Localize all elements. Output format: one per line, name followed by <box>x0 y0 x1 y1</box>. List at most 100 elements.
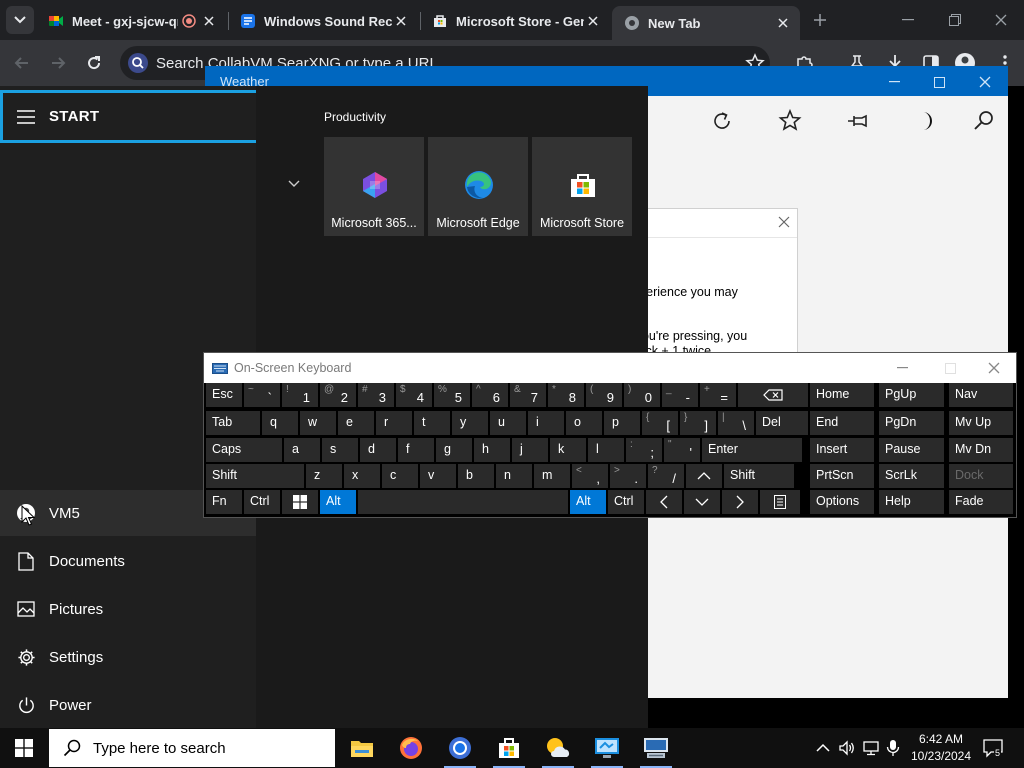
start-item-power[interactable]: Power <box>0 682 256 728</box>
tab-new-tab[interactable]: New Tab <box>612 6 800 40</box>
browser-minimize-button[interactable] <box>896 8 920 32</box>
key-pgdn[interactable]: PgDn <box>879 411 944 435</box>
key-n[interactable]: n <box>496 464 532 488</box>
search-icon[interactable] <box>971 108 997 134</box>
taskbar-clock[interactable]: 6:42 AM 10/23/2024 <box>904 731 978 765</box>
dark-mode-moon-icon[interactable] <box>912 108 938 134</box>
key-prtscn[interactable]: PrtScn <box>810 464 874 488</box>
new-tab-plus-icon[interactable] <box>810 10 830 30</box>
weather-minimize-button[interactable] <box>881 71 907 93</box>
key-shift[interactable]: Shift <box>724 464 794 488</box>
key-4[interactable]: $4 <box>396 383 432 407</box>
taskbar-search-box[interactable]: Type here to search <box>49 729 335 767</box>
key-left-arrow[interactable] <box>646 490 682 514</box>
key-o[interactable]: o <box>566 411 602 435</box>
key-v[interactable]: v <box>420 464 456 488</box>
osk-maximize-button[interactable] <box>942 360 958 376</box>
tab-close-button[interactable] <box>774 14 792 32</box>
key-symbol[interactable]: ? / <box>648 464 684 488</box>
key-c[interactable]: c <box>382 464 418 488</box>
tab-search-button[interactable] <box>6 6 34 34</box>
close-icon[interactable] <box>777 215 791 229</box>
tab-windows-sound[interactable]: Windows Sound Reco <box>228 6 418 36</box>
key-symbol[interactable]: | \ <box>718 411 754 435</box>
key-y[interactable]: y <box>452 411 488 435</box>
reload-icon[interactable] <box>84 53 104 73</box>
start-button[interactable] <box>0 728 48 768</box>
tab-close-button[interactable] <box>584 12 602 30</box>
key-5[interactable]: % 5 <box>434 383 470 407</box>
key-x[interactable]: x <box>344 464 380 488</box>
weather-close-button[interactable] <box>972 71 998 93</box>
key-symbol[interactable]: {[ <box>642 411 678 435</box>
forward-arrow-icon[interactable] <box>48 53 68 73</box>
key-backspace[interactable] <box>738 383 808 407</box>
key-symbol[interactable]: }] <box>680 411 716 435</box>
key-alt[interactable]: Alt <box>570 490 606 514</box>
key-0[interactable]: ) 0 <box>624 383 660 407</box>
key-a[interactable]: a <box>284 438 320 462</box>
tab-close-button[interactable] <box>200 12 218 30</box>
microphone-icon[interactable] <box>884 739 902 757</box>
key-del[interactable]: Del <box>756 411 808 435</box>
key-w[interactable]: w <box>300 411 336 435</box>
start-item-settings[interactable]: Settings <box>0 634 256 680</box>
key-symbol[interactable]: >. <box>610 464 646 488</box>
key-dock[interactable]: Dock <box>949 464 1013 488</box>
key-m[interactable]: m <box>534 464 570 488</box>
key-z[interactable]: z <box>306 464 342 488</box>
key-end[interactable]: End <box>810 411 874 435</box>
pin-icon[interactable] <box>845 108 871 134</box>
key-r[interactable]: r <box>376 411 412 435</box>
network-icon[interactable] <box>862 739 880 757</box>
start-menu-header[interactable]: START <box>0 90 259 143</box>
key-2[interactable]: @2 <box>320 383 356 407</box>
chevron-down-icon[interactable] <box>287 179 301 189</box>
key-b[interactable]: b <box>458 464 494 488</box>
favorite-star-icon[interactable] <box>777 108 803 134</box>
back-arrow-icon[interactable] <box>12 53 32 73</box>
key-e[interactable]: e <box>338 411 374 435</box>
key-up-arrow[interactable] <box>686 464 722 488</box>
key-p[interactable]: p <box>604 411 640 435</box>
key-insert[interactable]: Insert <box>810 438 874 462</box>
key-9[interactable]: (9 <box>586 383 622 407</box>
key-down-arrow[interactable] <box>684 490 720 514</box>
key-symbol[interactable]: <, <box>572 464 608 488</box>
taskbar-microsoft-store[interactable] <box>485 728 533 768</box>
key-caps[interactable]: Caps <box>206 438 282 462</box>
taskbar-on-screen-keyboard[interactable] <box>632 728 680 768</box>
key-pgup[interactable]: PgUp <box>879 383 944 407</box>
key-u[interactable]: u <box>490 411 526 435</box>
key-nav[interactable]: Nav <box>949 383 1013 407</box>
chevron-up-icon[interactable] <box>814 739 832 757</box>
tab-microsoft-store[interactable]: Microsoft Store - Gen <box>420 6 610 36</box>
key-1[interactable]: ! 1 <box>282 383 318 407</box>
key-esc[interactable]: Esc <box>206 383 242 407</box>
key-k[interactable]: k <box>550 438 586 462</box>
key-fade[interactable]: Fade <box>949 490 1013 514</box>
browser-restore-button[interactable] <box>943 8 967 32</box>
key-t[interactable]: t <box>414 411 450 435</box>
key-d[interactable]: d <box>360 438 396 462</box>
key-mv-up[interactable]: Mv Up <box>949 411 1013 435</box>
key-mv-dn[interactable]: Mv Dn <box>949 438 1013 462</box>
key-q[interactable]: q <box>262 411 298 435</box>
browser-close-button[interactable] <box>989 8 1013 32</box>
key-symbol[interactable]: " ' <box>664 438 700 462</box>
key-symbol[interactable]: ~ ` <box>244 383 280 407</box>
osk-minimize-button[interactable] <box>894 360 910 376</box>
key-8[interactable]: * 8 <box>548 383 584 407</box>
key-home[interactable]: Home <box>810 383 874 407</box>
taskbar-weather[interactable] <box>534 728 582 768</box>
key-help[interactable]: Help <box>879 490 944 514</box>
start-item-pictures[interactable]: Pictures <box>0 586 256 632</box>
key-s[interactable]: s <box>322 438 358 462</box>
taskbar-remote-desktop[interactable] <box>583 728 631 768</box>
key-g[interactable]: g <box>436 438 472 462</box>
tile-microsoft-store[interactable]: Microsoft Store <box>532 137 632 236</box>
osk-close-button[interactable] <box>986 360 1002 376</box>
key-3[interactable]: #3 <box>358 383 394 407</box>
key-shift[interactable]: Shift <box>206 464 304 488</box>
key-pause[interactable]: Pause <box>879 438 944 462</box>
